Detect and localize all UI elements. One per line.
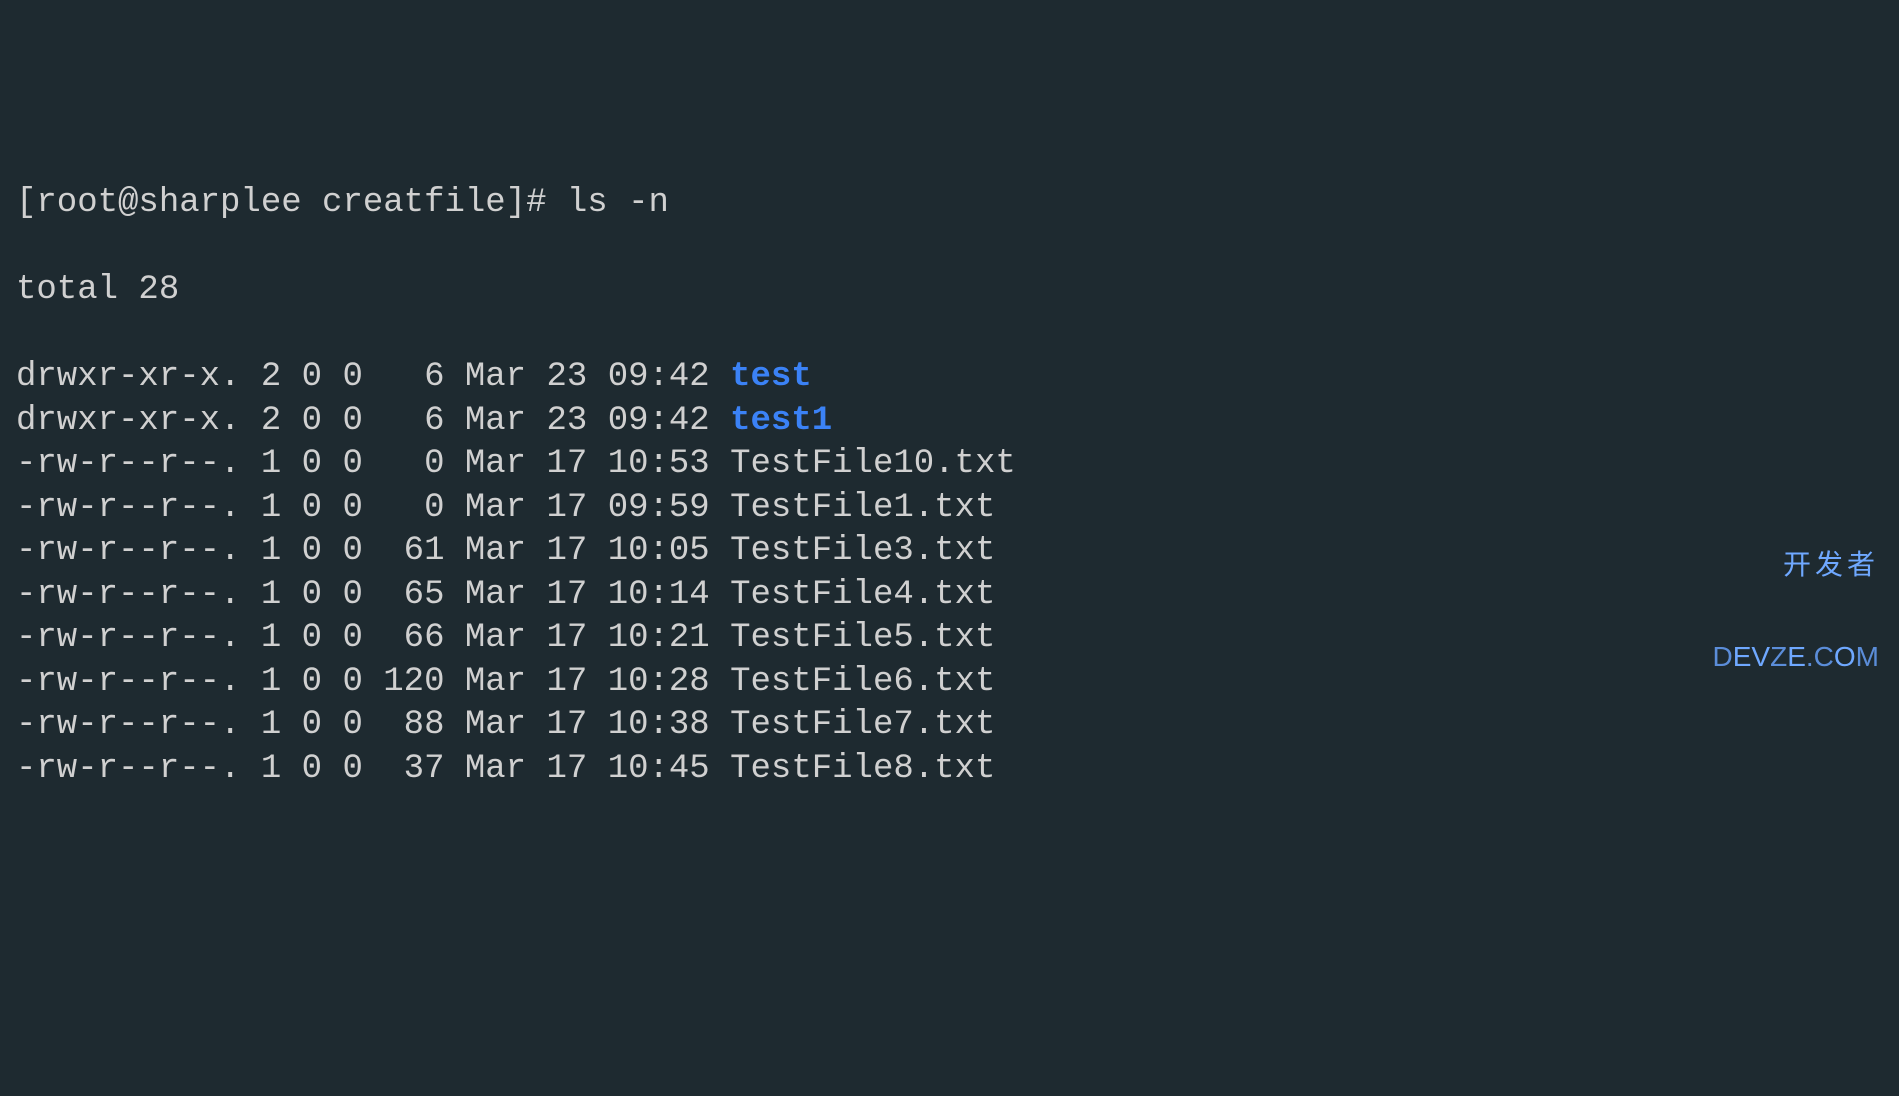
- directory-name: test: [730, 358, 812, 396]
- listing-row: -rw-r--r--. 1 0 0 65 Mar 17 10:14 TestFi…: [16, 574, 1883, 618]
- listing-row-meta: drwxr-xr-x. 2 0 0 6 Mar 23 09:42: [16, 358, 730, 396]
- watermark-bottom: DEVZE.COM: [1713, 642, 1880, 673]
- watermark-top: 开发者: [1713, 550, 1880, 581]
- listing-row: -rw-r--r--. 1 0 0 88 Mar 17 10:38 TestFi…: [16, 704, 1883, 748]
- listing-row-meta: -rw-r--r--. 1 0 0 120 Mar 17 10:28: [16, 663, 730, 701]
- listing-row: drwxr-xr-x. 2 0 0 6 Mar 23 09:42 test1: [16, 400, 1883, 444]
- listing-row-meta: -rw-r--r--. 1 0 0 88 Mar 17 10:38: [16, 706, 730, 744]
- file-name: TestFile4.txt: [730, 576, 995, 614]
- file-name: TestFile3.txt: [730, 532, 995, 570]
- listing-row: drwxr-xr-x. 2 0 0 6 Mar 23 09:42 test: [16, 356, 1883, 400]
- total-line: total 28: [16, 269, 1883, 313]
- listing-row-meta: -rw-r--r--. 1 0 0 66 Mar 17 10:21: [16, 619, 730, 657]
- file-name: TestFile1.txt: [730, 489, 995, 527]
- file-name: TestFile8.txt: [730, 750, 995, 788]
- listing-row-meta: -rw-r--r--. 1 0 0 65 Mar 17 10:14: [16, 576, 730, 614]
- listing-row: -rw-r--r--. 1 0 0 120 Mar 17 10:28 TestF…: [16, 661, 1883, 705]
- listing-row: -rw-r--r--. 1 0 0 61 Mar 17 10:05 TestFi…: [16, 530, 1883, 574]
- file-name: TestFile7.txt: [730, 706, 995, 744]
- listing-row-meta: drwxr-xr-x. 2 0 0 6 Mar 23 09:42: [16, 402, 730, 440]
- command-text: ls -n: [567, 184, 669, 222]
- listing-row-meta: -rw-r--r--. 1 0 0 0 Mar 17 10:53: [16, 445, 730, 483]
- prompt-prefix: [root@sharplee creatfile]#: [16, 184, 567, 222]
- file-name: TestFile5.txt: [730, 619, 995, 657]
- listing-row-meta: -rw-r--r--. 1 0 0 37 Mar 17 10:45: [16, 750, 730, 788]
- file-name: TestFile10.txt: [730, 445, 1016, 483]
- directory-name: test1: [730, 402, 832, 440]
- prompt-line: [root@sharplee creatfile]# ls -n: [16, 182, 1883, 226]
- listing-row: -rw-r--r--. 1 0 0 66 Mar 17 10:21 TestFi…: [16, 617, 1883, 661]
- listing-row: -rw-r--r--. 1 0 0 0 Mar 17 09:59 TestFil…: [16, 487, 1883, 531]
- listing-row-meta: -rw-r--r--. 1 0 0 0 Mar 17 09:59: [16, 489, 730, 527]
- file-name: TestFile6.txt: [730, 663, 995, 701]
- listing-row: -rw-r--r--. 1 0 0 0 Mar 17 10:53 TestFil…: [16, 443, 1883, 487]
- listing-row-meta: -rw-r--r--. 1 0 0 61 Mar 17 10:05: [16, 532, 730, 570]
- watermark: 开发者 DEVZE.COM: [1713, 488, 1880, 704]
- listing-row: -rw-r--r--. 1 0 0 37 Mar 17 10:45 TestFi…: [16, 748, 1883, 792]
- file-listing: drwxr-xr-x. 2 0 0 6 Mar 23 09:42 testdrw…: [16, 356, 1883, 791]
